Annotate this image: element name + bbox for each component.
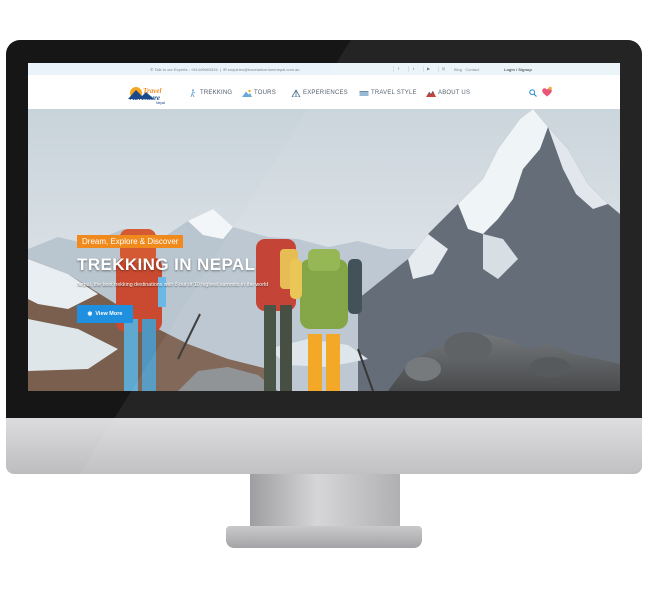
phone-icon: ✆ [150,67,154,72]
email-icon: ✉ [223,67,227,72]
twitter-icon[interactable]: t [408,66,418,72]
login-signup-link[interactable]: Login / Signup [504,67,532,72]
hero-image [28,109,620,391]
nav-travel-style[interactable]: TRAVEL STYLE [359,88,417,98]
view-more-button[interactable]: ◉ View More [77,305,133,323]
blog-link[interactable]: Blog [454,67,462,72]
hero-tagline: Dream, Explore & Discover [77,235,184,248]
nav-travel-style-label: TRAVEL STYLE [371,90,417,96]
contact-info: ✆ Talk to our Experts : +61449669326 | ✉… [150,67,300,72]
monitor-chin [6,418,642,474]
nav-tours[interactable]: TOURS [242,88,276,98]
monitor-stand-foot [226,526,422,548]
nav-experiences-label: EXPERIENCES [303,90,348,96]
hiker-icon [190,89,196,97]
hero-subtitle: Nepal, the best trekking destinations wi… [77,282,269,288]
bridge-icon [359,91,369,96]
hero-title: TREKKING IN NEPAL [77,255,256,274]
website-screen: ✆ Talk to our Experts : +61449669326 | ✉… [28,63,620,391]
contact-link[interactable]: Contact [465,67,479,72]
phone-text[interactable]: Talk to our Experts : +61449669326 [154,67,217,72]
youtube-icon[interactable]: ▶ [423,66,433,72]
nav-about-us-label: ABOUT US [438,90,471,96]
mountain-sun-icon [242,89,252,97]
nav-trekking[interactable]: TREKKING [188,88,232,98]
tent-icon [291,89,301,97]
view-more-label: View More [95,311,123,317]
search-icon[interactable] [529,89,537,97]
top-links: Blog Contact [454,67,479,72]
monitor-stand-neck [250,474,400,532]
instagram-icon[interactable]: ◎ [438,66,448,72]
logo-word-nepal: Nepal [156,101,165,105]
nav-trekking-label: TREKKING [200,90,233,96]
nepal-flag-icon [426,90,436,97]
main-navbar: Travel Adventure Nepal TREKKING TOURS EX… [28,75,620,110]
hero-banner: Dream, Explore & Discover TREKKING IN NE… [28,109,620,391]
logo-mark: Travel Adventure Nepal [128,87,165,105]
nav-experiences[interactable]: EXPERIENCES [291,88,348,98]
wishlist-heart-icon[interactable] [541,86,553,98]
email-text[interactable]: enquiries@traveladventurenepal.com.au [228,67,300,72]
imac-monitor: ✆ Talk to our Experts : +61449669326 | ✉… [6,40,642,474]
eye-icon: ◉ [87,311,93,317]
facebook-icon[interactable]: f [393,66,403,72]
nav-tours-label: TOURS [254,90,276,96]
nav-about-us[interactable]: ABOUT US [426,88,470,98]
top-bar: ✆ Talk to our Experts : +61449669326 | ✉… [28,63,620,75]
site-logo[interactable]: Travel Adventure Nepal [126,83,178,105]
